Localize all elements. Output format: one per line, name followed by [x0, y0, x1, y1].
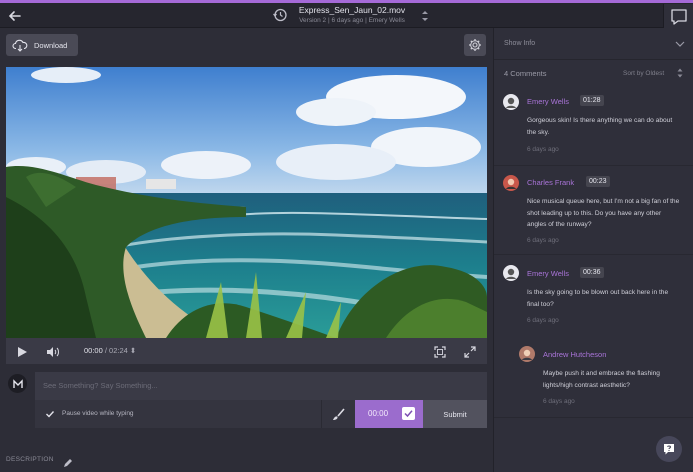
commenter-avatar — [503, 265, 519, 281]
commenter-name[interactable]: Charles Frank — [527, 178, 574, 187]
player-controls: 00:00 / 02:24 ⬍ — [6, 338, 487, 364]
comment-separator — [494, 254, 693, 255]
pause-video-label: Pause video while typing — [62, 410, 134, 417]
version-switcher[interactable] — [420, 9, 430, 23]
comment-input[interactable]: See Something? Say Something... — [43, 381, 158, 390]
fit-screen-button[interactable] — [434, 345, 446, 363]
avatar-face-icon — [506, 268, 516, 279]
comments-toggle-button[interactable] — [663, 4, 693, 30]
back-button[interactable] — [6, 7, 24, 25]
show-info-toggle[interactable]: Show Info — [504, 40, 535, 47]
volume-icon — [47, 347, 59, 357]
download-button[interactable]: Download — [6, 34, 78, 56]
commenter-name[interactable]: Andrew Hutcheson — [543, 350, 606, 359]
chevron-down-icon[interactable] — [675, 40, 685, 48]
brush-icon — [333, 407, 345, 420]
video-frame[interactable] — [6, 67, 487, 338]
comment-bubble-icon — [671, 9, 687, 25]
commenter-avatar — [503, 94, 519, 110]
comment-separator — [494, 417, 693, 418]
expand-arrows-icon — [464, 346, 476, 358]
file-meta: Version 2 | 6 days ago | Emery Wells — [299, 17, 405, 24]
comment-timestamp[interactable]: 00:23 — [586, 176, 610, 187]
comments-sidebar: Show Info 4 Comments Sort by Oldest Emer… — [493, 28, 693, 472]
comment-text: Nice musical queue here, but I'm not a b… — [527, 198, 680, 228]
check-icon — [404, 410, 413, 418]
description-label: DESCRIPTION — [6, 456, 54, 463]
comment-timecode: 00:00 — [368, 409, 389, 418]
commenter-name[interactable]: Emery Wells — [527, 269, 569, 278]
submit-button[interactable]: Submit — [423, 400, 487, 428]
player-panel: Download 00:00 / 02:24 ⬍ See Something? … — [0, 28, 493, 472]
file-name: Express_Sen_Jaun_02.mov — [298, 5, 406, 15]
commenter-avatar — [503, 175, 519, 191]
user-avatar — [8, 374, 27, 393]
pencil-icon — [64, 459, 72, 467]
sidebar-divider — [494, 59, 693, 60]
timecode-display[interactable]: 00:00 / 02:24 ⬍ — [84, 346, 136, 355]
top-bar: Express_Sen_Jaun_02.mov Version 2 | 6 da… — [0, 3, 693, 30]
avatar-face-icon — [522, 349, 532, 360]
timecode-checkbox[interactable] — [402, 407, 415, 420]
comments-count: 4 Comments — [504, 69, 547, 78]
comment-composer: See Something? Say Something... Pause vi… — [35, 372, 487, 428]
comment-text: Gorgeous skin! Is there anything we can … — [527, 117, 673, 136]
comment-age: 6 days ago — [527, 317, 559, 324]
volume-button[interactable] — [46, 345, 60, 363]
comment-timestamp[interactable]: 01:28 — [580, 95, 604, 106]
expand-button[interactable] — [464, 345, 476, 363]
pause-video-checkbox[interactable] — [45, 409, 55, 419]
play-icon — [18, 347, 27, 357]
avatar-face-icon — [506, 178, 516, 189]
help-button[interactable] — [656, 436, 682, 462]
edit-description-button[interactable] — [63, 455, 73, 467]
help-chat-icon — [664, 444, 674, 455]
draw-tool-button[interactable] — [321, 400, 355, 428]
current-time: 00:00 — [84, 346, 103, 355]
sort-arrows-icon — [422, 11, 428, 21]
user-initials-icon — [12, 378, 23, 388]
comment-age: 6 days ago — [527, 237, 559, 244]
duration: / 02:24 ⬍ — [104, 346, 137, 355]
gear-icon — [469, 39, 481, 51]
cloud-download-icon — [12, 39, 28, 52]
composer-footer: Pause video while typing 00:00 Submit — [35, 400, 487, 428]
sort-dropdown[interactable]: Sort by Oldest — [623, 70, 664, 77]
play-button[interactable] — [16, 345, 28, 363]
comment-timecode-box[interactable]: 00:00 — [355, 400, 423, 428]
fullscreen-icon — [434, 346, 446, 358]
comment-separator — [494, 165, 693, 166]
commenter-name[interactable]: Emery Wells — [527, 97, 569, 106]
history-icon — [273, 8, 287, 22]
comment-text: Is the sky going to be blown out back he… — [527, 289, 669, 308]
video-still-beach — [6, 67, 487, 338]
settings-button[interactable] — [464, 34, 486, 56]
version-history-button[interactable] — [271, 6, 289, 24]
arrow-left-icon — [8, 11, 21, 21]
comment-age: 6 days ago — [543, 398, 575, 405]
file-title-block: Express_Sen_Jaun_02.mov Version 2 | 6 da… — [292, 4, 412, 26]
commenter-avatar — [519, 346, 535, 362]
download-label: Download — [34, 40, 68, 50]
comment-timestamp[interactable]: 00:36 — [580, 267, 604, 278]
avatar-face-icon — [506, 97, 516, 108]
comment-age: 6 days ago — [527, 146, 559, 153]
comment-text: Maybe push it and embrace the flashing l… — [543, 370, 660, 389]
sort-arrows-icon[interactable] — [676, 67, 684, 79]
